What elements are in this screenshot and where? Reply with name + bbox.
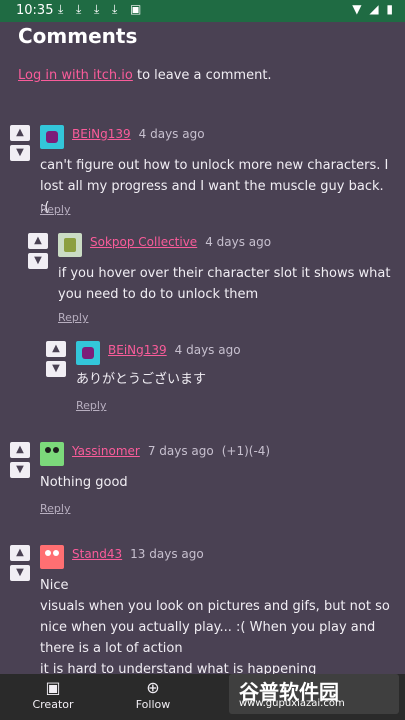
reply-link[interactable]: Reply xyxy=(40,502,70,515)
bottom-navigation: ▣ Creator ⊕ Follow 谷普软件园 www.gupuxiazai.… xyxy=(0,674,405,720)
downvote-button[interactable]: ▼ xyxy=(28,253,48,269)
avatar[interactable] xyxy=(40,545,64,569)
comment-time: 7 days ago xyxy=(147,444,214,458)
download-icon: ⤓ xyxy=(94,2,100,16)
comment-meta: Stand43 13 days ago xyxy=(72,547,204,561)
comment-time: 13 days ago xyxy=(130,547,204,561)
vote-controls: ▲ ▼ xyxy=(10,125,30,165)
reply-link[interactable]: Reply xyxy=(58,311,88,324)
comment-time: 4 days ago xyxy=(138,127,205,141)
status-right-icons: ▼ ◢ ▮ xyxy=(352,2,395,16)
author-link[interactable]: Sokpop Collective xyxy=(90,235,197,249)
comment-time: 4 days ago xyxy=(205,235,272,249)
reply-link[interactable]: Reply xyxy=(76,399,106,412)
vote-controls: ▲ ▼ xyxy=(28,233,48,273)
comment-meta: Sokpop Collective 4 days ago xyxy=(90,235,271,249)
avatar[interactable] xyxy=(76,341,100,365)
nav-creator[interactable]: ▣ Creator xyxy=(18,678,88,711)
nav-creator-label: Creator xyxy=(32,698,74,711)
comment: ▲ ▼ BEiNg139 4 days ago ありがとうございます Reply xyxy=(46,341,396,416)
download-icon: ⤓ xyxy=(58,2,64,16)
author-link[interactable]: Stand43 xyxy=(72,547,122,561)
author-link[interactable]: BEiNg139 xyxy=(72,127,131,141)
status-bar: 10:35 ⤓ ⤓ ⤓ ⤓ ▣ ▼ ◢ ▮ xyxy=(0,0,405,22)
download-icon: ⤓ xyxy=(76,2,82,16)
upvote-button[interactable]: ▲ xyxy=(28,233,48,249)
author-link[interactable]: BEiNg139 xyxy=(108,343,167,357)
comment-meta: BEiNg139 4 days ago xyxy=(108,343,241,357)
comment-body: can't figure out how to unlock more new … xyxy=(40,158,389,215)
comment-body: Nothing good xyxy=(40,475,128,490)
comment-body: ありがとうございます xyxy=(76,372,207,387)
comment: ▲ ▼ Yassinomer 7 days ago (+1)(-4) Nothing… xyxy=(10,442,395,517)
upvote-button[interactable]: ▲ xyxy=(10,545,30,561)
login-prompt: Log in with itch.io to leave a comment. xyxy=(18,68,272,83)
nav-follow[interactable]: ⊕ Follow xyxy=(118,678,188,711)
downvote-button[interactable]: ▼ xyxy=(10,462,30,478)
follow-icon: ⊕ xyxy=(146,678,160,697)
comment: ▲ ▼ BEiNg139 4 days ago can't figure out … xyxy=(10,125,395,220)
download-icon: ⤓ xyxy=(112,2,118,16)
comment-body: if you hover over their character slot i… xyxy=(58,266,391,302)
upvote-button[interactable]: ▲ xyxy=(10,125,30,141)
signal-icon: ◢ xyxy=(369,2,381,16)
nav-follow-label: Follow xyxy=(135,698,171,711)
comment-meta: BEiNg139 4 days ago xyxy=(72,127,205,141)
wifi-icon: ▼ xyxy=(352,2,364,16)
avatar[interactable] xyxy=(58,233,82,257)
status-time: 10:35 xyxy=(16,3,54,18)
downvote-button[interactable]: ▼ xyxy=(46,361,66,377)
page-title: Comments xyxy=(18,24,138,48)
comment-body: Nice visuals when you look on pictures a… xyxy=(40,578,390,677)
creator-icon: ▣ xyxy=(45,678,61,697)
vote-controls: ▲ ▼ xyxy=(46,341,66,381)
downvote-button[interactable]: ▼ xyxy=(10,565,30,581)
comment: ▲ ▼ Stand43 13 days ago Nice visuals when… xyxy=(10,545,395,685)
upvote-button[interactable]: ▲ xyxy=(10,442,30,458)
watermark: 谷普软件园 www.gupuxiazai.com xyxy=(229,674,399,714)
comment-meta: Yassinomer 7 days ago (+1)(-4) xyxy=(72,444,270,458)
avatar[interactable] xyxy=(40,125,64,149)
author-link[interactable]: Yassinomer xyxy=(72,444,140,458)
upvote-button[interactable]: ▲ xyxy=(46,341,66,357)
vote-controls: ▲ ▼ xyxy=(10,442,30,482)
avatar[interactable] xyxy=(40,442,64,466)
a-icon: ▣ xyxy=(130,2,142,16)
login-rest: to leave a comment. xyxy=(132,68,272,83)
login-link[interactable]: Log in with itch.io xyxy=(18,68,133,83)
comment-score: (+1)(-4) xyxy=(221,444,271,458)
watermark-url: www.gupuxiazai.com xyxy=(239,698,345,709)
comment-time: 4 days ago xyxy=(174,343,241,357)
battery-icon: ▮ xyxy=(386,2,395,16)
vote-controls: ▲ ▼ xyxy=(10,545,30,585)
downvote-button[interactable]: ▼ xyxy=(10,145,30,161)
reply-link[interactable]: Reply xyxy=(40,203,70,216)
comment: ▲ ▼ Sokpop Collective 4 days ago if you h… xyxy=(28,233,398,328)
